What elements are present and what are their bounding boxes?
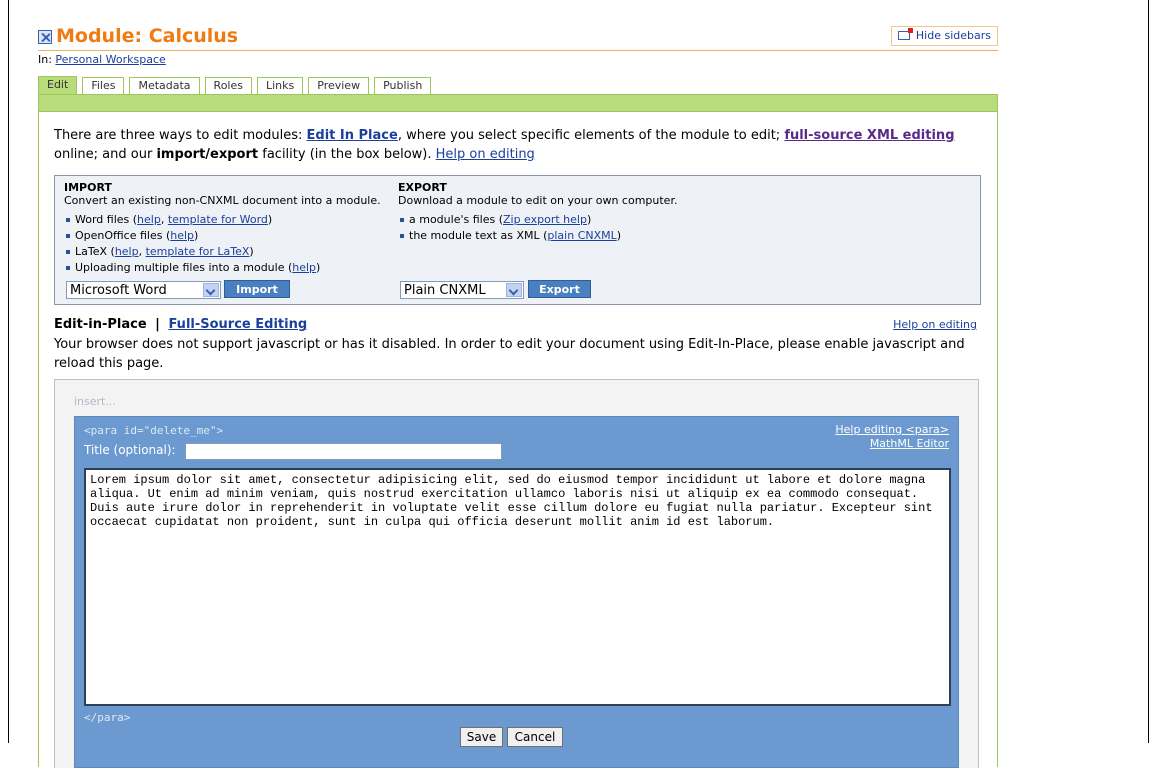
intro-text: There are three ways to edit modules: Ed… [54,126,984,164]
tab-preview[interactable]: Preview [308,77,370,94]
list-item: LaTeX (help, template for LaTeX) [66,244,384,260]
module-editor-page: Module: Calculus Hide sidebars In: Perso… [38,24,998,768]
import-list: Word files (help, template for Word) Ope… [64,212,384,276]
import-desc: Convert an existing non-CNXML document i… [64,194,381,207]
editing-mode-switch: Edit-in-Place | Full-Source Editing [54,317,307,332]
latex-help-link[interactable]: help [115,245,139,258]
breadcrumb-link-workspace[interactable]: Personal Workspace [55,53,165,66]
tab-roles[interactable]: Roles [204,77,252,94]
chevron-down-icon[interactable] [203,283,219,297]
list-item: the module text as XML (plain CNXML) [400,228,728,244]
mode-separator: | [155,317,160,332]
plain-cnxml-link[interactable]: plain CNXML [547,229,616,242]
tab-metadata[interactable]: Metadata [129,77,200,94]
tab-links[interactable]: Links [256,77,304,94]
title-row: Module: Calculus Hide sidebars [38,24,998,51]
zip-export-help-link[interactable]: Zip export help [503,213,587,226]
intro-text-4: facility (in the box below). [258,147,436,162]
tab-strip: Edit Files Metadata Roles Links Preview … [38,76,436,95]
export-button[interactable]: Export [528,280,591,298]
breadcrumb: In: Personal Workspace [38,53,998,67]
tab-edit[interactable]: Edit [38,76,78,95]
edit-in-place-label: Edit-in-Place [54,317,147,332]
tab-files[interactable]: Files [82,77,125,94]
javascript-warning: Your browser does not support javascript… [54,337,965,371]
openoffice-help-link[interactable]: help [170,229,194,242]
editor-area: insert... <para id="delete_me"> Help edi… [54,379,979,768]
word-help-link[interactable]: help [137,213,161,226]
edit-panel: There are three ways to edit modules: Ed… [38,112,998,768]
window-left-border [8,0,9,743]
para-close-tag: </para> [84,711,131,724]
help-editing-para-link[interactable]: Help editing <para> [835,423,949,437]
cancel-button[interactable]: Cancel [507,727,563,747]
multi-files-help-link[interactable]: help [292,261,316,274]
save-button[interactable]: Save [460,727,503,747]
import-heading: IMPORT [64,181,112,194]
window-right-border [1148,0,1149,743]
full-source-editing-link[interactable]: Full-Source Editing [168,317,307,332]
import-format-select[interactable]: Microsoft Word [66,281,221,299]
export-desc: Download a module to edit on your own co… [398,194,678,207]
export-format-select[interactable]: Plain CNXML [400,281,524,299]
intro-text-3: online; and our [54,147,157,162]
latex-template-link[interactable]: template for LaTeX [146,245,250,258]
breadcrumb-prefix: In: [38,53,52,66]
import-export-box: IMPORT Convert an existing non-CNXML doc… [54,175,981,305]
para-editor: <para id="delete_me"> Help editing <para… [74,416,959,768]
import-section: IMPORT Convert an existing non-CNXML doc… [64,181,384,276]
intro-text-1: There are three ways to edit modules: [54,128,307,143]
export-list: a module's files (Zip export help) the m… [398,212,728,244]
intro-text-2: , where you select specific elements of … [397,128,785,143]
full-source-link[interactable]: full-source XML editing [784,128,954,143]
hide-sidebars-button[interactable]: Hide sidebars [890,26,998,46]
title-field[interactable] [185,443,502,460]
import-button[interactable]: Import [224,280,290,298]
chevron-down-icon[interactable] [506,283,522,297]
help-on-editing-link[interactable]: Help on editing [436,147,535,162]
module-close-icon[interactable] [38,30,52,44]
list-item: OpenOffice files (help) [66,228,384,244]
export-section: EXPORT Download a module to edit on your… [398,181,728,244]
help-on-editing-link-right[interactable]: Help on editing [893,318,977,331]
export-format-value: Plain CNXML [404,283,486,298]
insert-link[interactable]: insert... [74,395,116,408]
mathml-editor-link[interactable]: MathML Editor [835,437,949,451]
import-format-value: Microsoft Word [70,283,167,298]
export-heading: EXPORT [398,181,447,194]
hide-sidebars-icon [897,28,913,40]
word-template-link[interactable]: template for Word [168,213,268,226]
para-help-links: Help editing <para> MathML Editor [835,423,949,451]
para-open-tag: <para id="delete_me"> [84,424,224,437]
edit-in-place-link[interactable]: Edit In Place [307,128,398,143]
intro-bold: import/export [156,147,259,162]
para-text-area[interactable]: Lorem ipsum dolor sit amet, consectetur … [84,468,951,706]
page-title: Module: Calculus [56,25,239,47]
tab-publish[interactable]: Publish [374,77,432,94]
title-field-label: Title (optional): [84,443,176,457]
tab-bar [38,94,998,112]
hide-sidebars-label: Hide sidebars [915,29,991,42]
list-item: a module's files (Zip export help) [400,212,728,228]
list-item: Word files (help, template for Word) [66,212,384,228]
list-item: Uploading multiple files into a module (… [66,260,384,276]
